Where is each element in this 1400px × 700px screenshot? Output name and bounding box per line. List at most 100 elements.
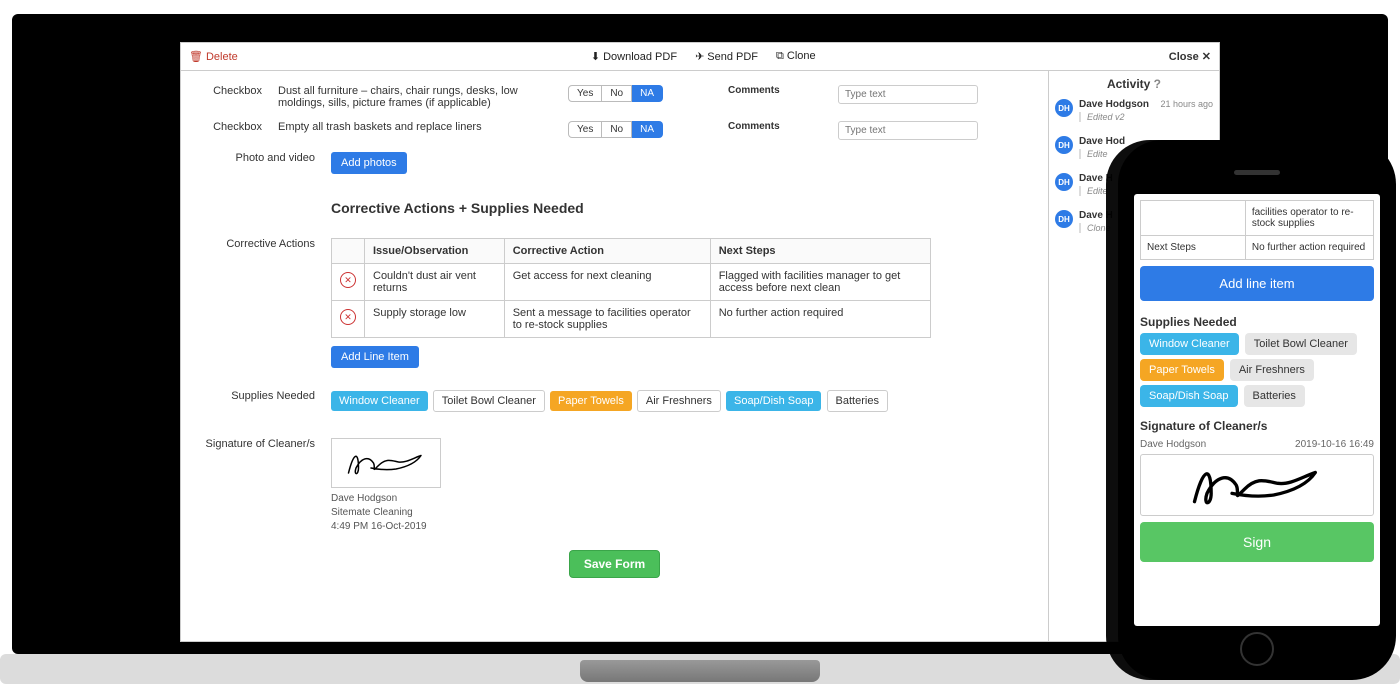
phone-cell-action: facilities operator to re-stock supplies (1245, 201, 1373, 236)
phone-supply-tb[interactable]: Toilet Bowl Cleaner (1245, 333, 1357, 355)
toolbar: 🗑Delete ⬇Download PDF ✈Send PDF ⧉Clone C… (181, 43, 1219, 71)
phone-supplies-title: Supplies Needed (1140, 315, 1374, 329)
phone-sig-title: Signature of Cleaner/s (1140, 419, 1374, 433)
field-label-corrective: Corrective Actions (191, 238, 331, 250)
field-label-checkbox: Checkbox (191, 121, 278, 133)
activity-name: Dave H (1079, 210, 1113, 221)
row-delete-button[interactable]: ✕ (340, 272, 356, 288)
avatar: DH (1055, 99, 1073, 117)
choice-no[interactable]: No (602, 121, 632, 138)
choice-na[interactable]: NA (632, 121, 663, 138)
activity-desc: Edited v2 (1079, 112, 1213, 122)
delete-button[interactable]: 🗑Delete (189, 50, 238, 63)
send-pdf-button[interactable]: ✈Send PDF (695, 50, 758, 63)
th-next: Next Steps (710, 239, 930, 264)
sig-time: 4:49 PM 16-Oct-2019 (331, 520, 1038, 534)
phone-signature-svg (1167, 460, 1347, 510)
table-row: ✕ Supply storage low Sent a message to f… (332, 301, 931, 338)
app-window: 🗑Delete ⬇Download PDF ✈Send PDF ⧉Clone C… (180, 42, 1220, 642)
row-delete-button[interactable]: ✕ (340, 309, 356, 325)
supply-tag-paper-towels[interactable]: Paper Towels (550, 391, 632, 411)
phone-cell-next-val: No further action required (1245, 236, 1373, 260)
trash-icon: 🗑 (189, 50, 203, 63)
choice-yes[interactable]: Yes (568, 85, 602, 102)
close-icon: ✕ (1202, 51, 1211, 63)
signature-svg (341, 444, 431, 482)
avatar: DH (1055, 210, 1073, 228)
clone-button[interactable]: ⧉Clone (776, 50, 816, 63)
cell-next[interactable]: Flagged with facilities manager to get a… (710, 264, 930, 301)
th-action: Corrective Action (504, 239, 710, 264)
phone-supply-window[interactable]: Window Cleaner (1140, 333, 1239, 355)
activity-item: DH Dave Hodgson 21 hours ago Edited v2 (1055, 99, 1213, 122)
activity-name: Dave Hodgson (1079, 99, 1149, 110)
check2-comment-input[interactable] (838, 121, 978, 140)
phone-supply-soap[interactable]: Soap/Dish Soap (1140, 385, 1238, 407)
choice-yes[interactable]: Yes (568, 121, 602, 138)
supply-tag-soap[interactable]: Soap/Dish Soap (726, 391, 822, 411)
sig-name: Dave Hodgson (331, 492, 1038, 506)
cell-issue[interactable]: Couldn't dust air vent returns (365, 264, 505, 301)
supply-tag-batteries[interactable]: Batteries (827, 390, 888, 412)
download-pdf-label: Download PDF (603, 51, 677, 63)
phone-signature-box[interactable] (1140, 454, 1374, 516)
avatar: DH (1055, 136, 1073, 154)
signature-box[interactable] (331, 438, 441, 488)
monitor-stand (580, 660, 820, 682)
phone-mockup: facilities operator to re-stock supplies… (1118, 140, 1396, 680)
phone-supply-air[interactable]: Air Freshners (1230, 359, 1314, 381)
save-form-button[interactable]: Save Form (569, 550, 660, 578)
field-label-checkbox: Checkbox (191, 85, 278, 97)
check1-text: Dust all furniture – chairs, chair rungs… (278, 85, 558, 109)
phone-supply-batt[interactable]: Batteries (1244, 385, 1305, 407)
comments-label: Comments (728, 85, 828, 96)
help-icon[interactable]: ? (1154, 77, 1161, 91)
activity-title: Activity ? (1055, 77, 1213, 91)
choice-na[interactable]: NA (632, 85, 663, 102)
phone-cell-next-label: Next Steps (1141, 236, 1246, 260)
supply-tag-air-freshners[interactable]: Air Freshners (637, 390, 721, 412)
send-pdf-label: Send PDF (707, 51, 758, 63)
form-main: Checkbox Dust all furniture – chairs, ch… (181, 71, 1049, 641)
download-pdf-button[interactable]: ⬇Download PDF (591, 50, 677, 63)
add-line-item-button[interactable]: Add Line Item (331, 346, 419, 368)
field-label-signature: Signature of Cleaner/s (191, 438, 331, 450)
activity-name: Dave Hod (1079, 136, 1125, 147)
supply-tag-toilet-bowl-cleaner[interactable]: Toilet Bowl Cleaner (433, 390, 545, 412)
phone-speaker (1234, 170, 1280, 175)
phone-screen: facilities operator to re-stock supplies… (1134, 194, 1380, 626)
phone-sig-name: Dave Hodgson (1140, 439, 1206, 450)
activity-time: 21 hours ago (1160, 99, 1213, 109)
avatar: DH (1055, 173, 1073, 191)
cell-issue[interactable]: Supply storage low (365, 301, 505, 338)
phone-home-button[interactable] (1240, 632, 1274, 666)
close-label: Close (1169, 51, 1199, 63)
check2-choices: Yes No NA (568, 121, 718, 138)
th-issue: Issue/Observation (365, 239, 505, 264)
corrective-actions-table: Issue/Observation Corrective Action Next… (331, 238, 931, 338)
comments-label: Comments (728, 121, 828, 132)
check2-text: Empty all trash baskets and replace line… (278, 121, 558, 133)
check1-choices: Yes No NA (568, 85, 718, 102)
phone-add-line-item-button[interactable]: Add line item (1140, 266, 1374, 301)
phone-supply-paper[interactable]: Paper Towels (1140, 359, 1224, 381)
check1-comment-input[interactable] (838, 85, 978, 104)
cell-next[interactable]: No further action required (710, 301, 930, 338)
field-label-photo: Photo and video (191, 152, 331, 164)
supply-tag-window-cleaner[interactable]: Window Cleaner (331, 391, 428, 411)
activity-name: Dave H (1079, 173, 1113, 184)
phone-sig-time: 2019-10-16 16:49 (1295, 439, 1374, 450)
download-icon: ⬇ (591, 50, 600, 63)
cell-action[interactable]: Sent a message to facilities operator to… (504, 301, 710, 338)
clone-label: Clone (787, 50, 816, 62)
phone-table: facilities operator to re-stock supplies… (1140, 200, 1374, 260)
cell-action[interactable]: Get access for next cleaning (504, 264, 710, 301)
clone-icon: ⧉ (776, 50, 784, 63)
section-title: Corrective Actions + Supplies Needed (331, 200, 1038, 216)
choice-no[interactable]: No (602, 85, 632, 102)
close-button[interactable]: Close ✕ (1169, 50, 1211, 63)
phone-sign-button[interactable]: Sign (1140, 522, 1374, 562)
field-label-supplies: Supplies Needed (191, 390, 331, 402)
add-photos-button[interactable]: Add photos (331, 152, 407, 174)
table-row: ✕ Couldn't dust air vent returns Get acc… (332, 264, 931, 301)
